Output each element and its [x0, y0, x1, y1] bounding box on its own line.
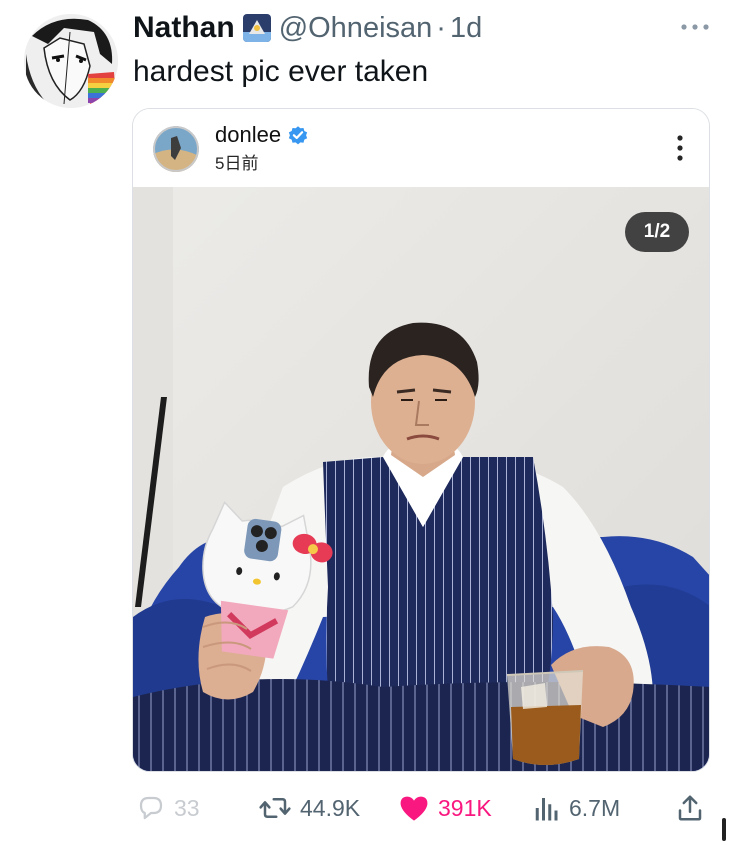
reply-button[interactable]: 33	[136, 786, 200, 830]
views-count: 6.7M	[569, 794, 621, 821]
manga-avatar-image	[24, 14, 118, 108]
like-button[interactable]: 391K	[398, 786, 492, 830]
separator-dot: ·	[436, 11, 446, 44]
like-count: 391K	[438, 794, 492, 821]
verified-badge-icon	[288, 126, 308, 145]
display-name[interactable]: Nathan	[133, 11, 235, 45]
carousel-pager: 1/2	[625, 212, 689, 252]
embedded-username[interactable]: donlee	[215, 122, 281, 148]
retweet-icon	[259, 798, 291, 818]
reply-count: 33	[174, 794, 200, 821]
tweet-actions: 33 44.9K 391K 6.7M	[0, 786, 735, 830]
views-chart-icon	[535, 798, 558, 821]
tweet-timestamp[interactable]: 1d	[450, 12, 482, 45]
user-avatar[interactable]	[24, 14, 118, 108]
share-icon	[678, 795, 702, 821]
more-vertical-icon[interactable]	[675, 133, 685, 163]
more-horizontal-icon[interactable]	[678, 20, 712, 34]
embedded-timestamp: 5日前	[215, 154, 259, 173]
share-button[interactable]	[676, 786, 704, 830]
heart-icon	[400, 796, 428, 821]
embedded-avatar[interactable]	[153, 126, 199, 172]
user-handle[interactable]: @Ohneisan	[279, 12, 433, 45]
retweet-button[interactable]: 44.9K	[258, 786, 360, 830]
profile-emblem-icon	[242, 14, 271, 42]
views-button[interactable]: 6.7M	[533, 786, 620, 830]
tweet-header: Nathan @Ohneisan · 1d	[133, 10, 482, 46]
retweet-count: 44.9K	[300, 794, 361, 821]
scroll-indicator[interactable]	[722, 818, 726, 841]
reply-icon	[139, 796, 163, 820]
post-photo[interactable]	[133, 187, 710, 772]
embedded-user: donlee	[215, 122, 309, 148]
embedded-post[interactable]: donlee 5日前 1/2	[132, 108, 710, 772]
embedded-post-header: donlee 5日前	[133, 109, 709, 187]
tweet-text: hardest pic ever taken	[133, 55, 429, 88]
